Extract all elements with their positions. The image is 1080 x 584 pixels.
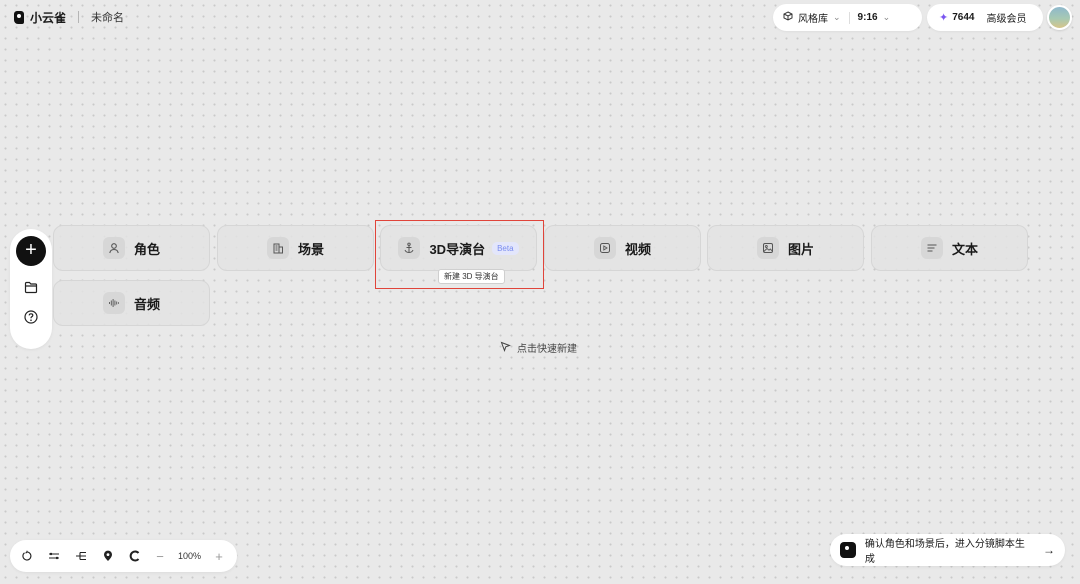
add-button[interactable]: + (16, 236, 46, 266)
play-icon (593, 237, 616, 259)
style-library-button[interactable]: 风格库 ⌄ (783, 10, 841, 25)
folder-icon[interactable] (22, 278, 40, 296)
person-icon (102, 237, 125, 259)
tooltip: 新建 3D 导演台 (438, 269, 505, 284)
card-label: 音频 (133, 296, 160, 312)
cursor-icon (500, 341, 511, 355)
zoom-in-button[interactable]: + (214, 549, 224, 564)
app-logo[interactable]: 小云雀 未命名 (14, 8, 124, 26)
card-text[interactable]: 文本 (871, 225, 1028, 271)
card-scene[interactable]: 场景 (217, 225, 374, 271)
quick-create-hint: 点击快速新建 (500, 340, 577, 355)
card-character[interactable]: 角色 (53, 225, 210, 271)
credits-count: 7644 (952, 12, 975, 23)
card-audio[interactable]: 音频 (53, 280, 210, 326)
card-image[interactable]: 图片 (707, 225, 864, 271)
align-icon[interactable] (47, 549, 61, 563)
sparkle-icon: ✦ (939, 12, 949, 24)
card-label: 视频 (624, 241, 651, 257)
account-pill[interactable]: ✦ 7644 高级会员 (927, 4, 1043, 31)
aspect-ratio-button[interactable]: 9:16 ⌄ (858, 12, 891, 23)
storyboard-cta-button[interactable]: 确认角色和场景后，进入分镜脚本生成 → (830, 534, 1065, 566)
membership-label: 高级会员 (986, 14, 1027, 25)
chevron-down-icon: ⌄ (882, 12, 891, 22)
building-icon (266, 237, 289, 259)
arrow-right-icon: → (1043, 543, 1055, 557)
card-label: 图片 (787, 241, 814, 257)
app-logo-icon (840, 542, 856, 558)
aspect-ratio-label: 9:16 (857, 12, 878, 23)
zoom-out-button[interactable]: − (155, 549, 165, 564)
style-aspect-pill: 风格库 ⌄ 9:16 ⌄ (773, 4, 922, 31)
card-label: 场景 (297, 241, 324, 257)
credits-display: ✦ 7644 (939, 11, 974, 24)
waveform-icon (102, 292, 125, 314)
text-lines-icon (920, 237, 943, 259)
cta-text: 确认角色和场景后，进入分镜脚本生成 (864, 539, 1025, 565)
bottom-toolbar: − 100% + (10, 540, 237, 572)
image-icon (756, 237, 779, 259)
app-logo-icon (14, 10, 24, 24)
location-pin-icon[interactable] (101, 549, 115, 563)
tree-icon[interactable] (74, 549, 88, 563)
card-label: 文本 (951, 241, 978, 257)
magnet-icon[interactable] (128, 549, 142, 563)
avatar[interactable] (1047, 5, 1072, 30)
card-video[interactable]: 视频 (544, 225, 701, 271)
document-title[interactable]: 未命名 (91, 9, 124, 25)
pill-divider (848, 11, 850, 24)
style-library-label: 风格库 (798, 14, 828, 25)
app-name: 小云雀 (30, 10, 67, 25)
card-label: 角色 (133, 241, 160, 257)
zoom-level: 100% (178, 551, 202, 561)
left-toolbar: + (10, 229, 52, 349)
title-divider (78, 11, 80, 23)
hint-text: 点击快速新建 (517, 344, 577, 355)
reset-icon[interactable] (20, 549, 34, 563)
chevron-down-icon: ⌄ (833, 12, 841, 22)
cube-icon (783, 11, 793, 24)
help-icon[interactable] (22, 308, 40, 326)
